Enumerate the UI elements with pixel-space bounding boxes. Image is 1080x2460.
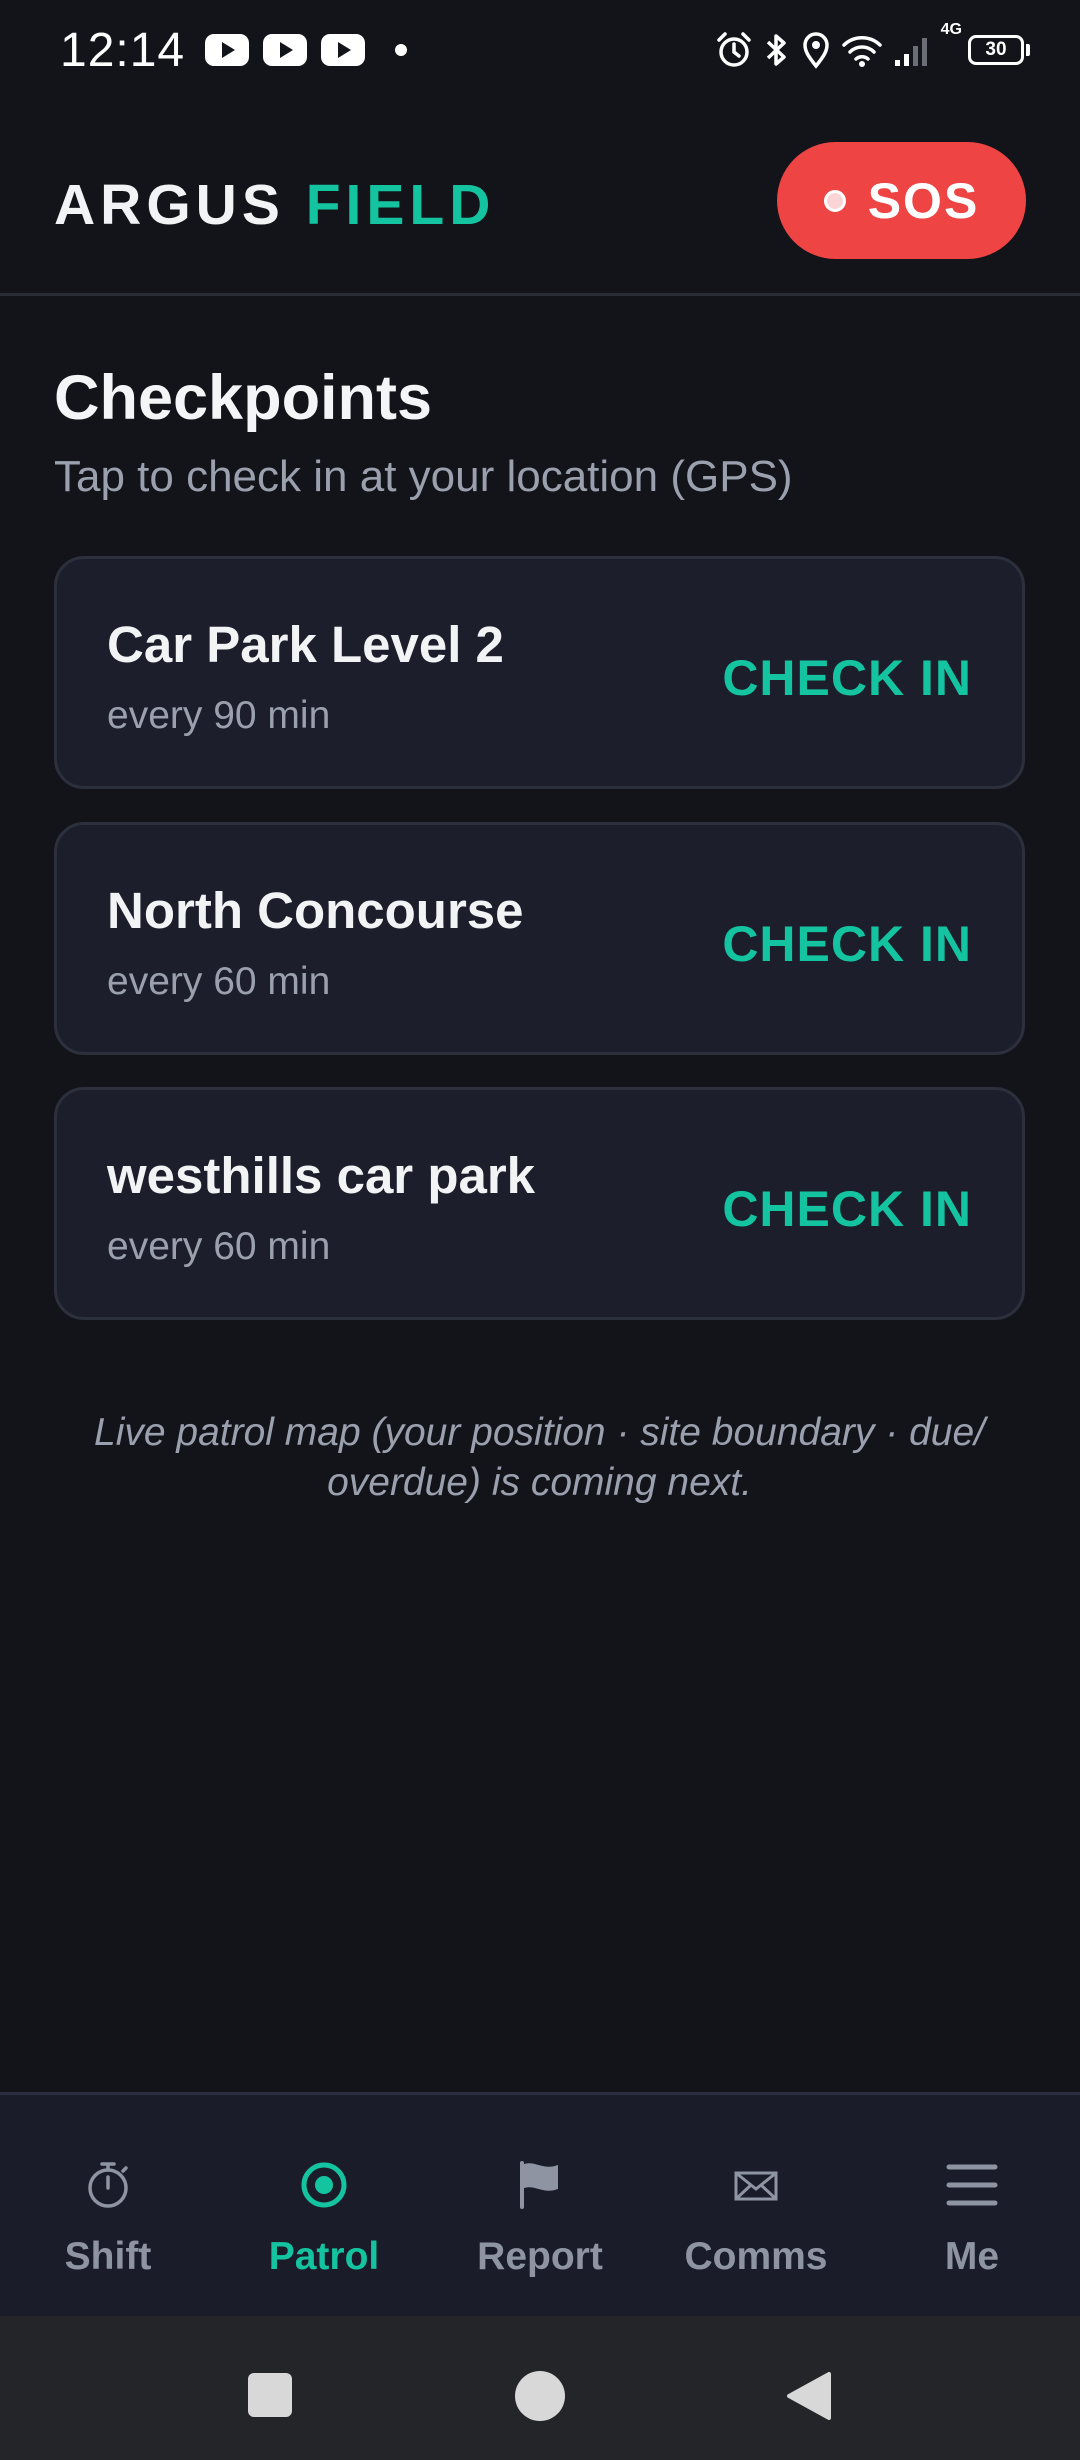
checkpoint-name: westhills car park	[107, 1147, 536, 1204]
nav-label-report: Report	[477, 2235, 603, 2278]
nav-item-me[interactable]: Me	[864, 2095, 1080, 2316]
bottom-nav: Shift Patrol Report Comms Me	[0, 2092, 1080, 2316]
brand-logo: ARGUS FIELD	[54, 172, 495, 238]
map-coming-note: Live patrol map (your position · site bo…	[94, 1411, 985, 1504]
flag-icon	[512, 2157, 568, 2213]
back-button[interactable]	[785, 2370, 833, 2422]
status-bar-left: 12:14	[60, 23, 408, 78]
stopwatch-icon	[80, 2157, 136, 2213]
record-dot-icon	[823, 189, 846, 212]
page-title: Checkpoints	[54, 363, 433, 433]
nav-item-report[interactable]: Report	[432, 2095, 648, 2316]
check-in-button[interactable]: CHECK IN	[722, 649, 972, 707]
brand-word-field: FIELD	[305, 173, 496, 237]
status-bar: 12:14 4G 30	[0, 0, 1080, 100]
system-nav-bar	[0, 2316, 1080, 2460]
nav-label-comms: Comms	[684, 2235, 828, 2278]
recents-button[interactable]	[248, 2373, 292, 2417]
checkpoint-name: North Concourse	[107, 882, 524, 939]
checkpoint-card: Car Park Level 2 every 90 min CHECK IN	[54, 556, 1025, 789]
battery-level: 30	[968, 35, 1024, 65]
menu-icon	[944, 2157, 1000, 2213]
notification-dot	[395, 44, 408, 56]
checkpoint-card: westhills car park every 60 min CHECK IN	[54, 1087, 1025, 1320]
checkpoint-frequency: every 90 min	[107, 694, 331, 737]
nav-label-me: Me	[944, 2235, 1000, 2278]
brand-word-argus: ARGUS	[54, 173, 285, 237]
location-icon	[802, 32, 829, 69]
check-in-button[interactable]: CHECK IN	[722, 1180, 972, 1238]
nav-label-patrol: Patrol	[268, 2235, 380, 2278]
battery-tip	[1026, 44, 1030, 56]
youtube-icon	[321, 34, 366, 66]
status-bar-right: 4G 30	[715, 21, 1030, 69]
envelope-icon	[728, 2157, 784, 2213]
page-subtitle: Tap to check in at your location (GPS)	[54, 452, 793, 501]
network-type: 4G	[940, 21, 962, 38]
nav-item-comms[interactable]: Comms	[648, 2095, 864, 2316]
sos-label: SOS	[867, 172, 980, 229]
nav-item-patrol[interactable]: Patrol	[216, 2095, 432, 2316]
signal-icon	[894, 38, 927, 66]
check-in-button[interactable]: CHECK IN	[722, 915, 972, 973]
alarm-icon	[716, 32, 751, 67]
app-header: ARGUS FIELD SOS	[0, 100, 1080, 296]
nav-item-shift[interactable]: Shift	[0, 2095, 216, 2316]
wifi-icon	[841, 36, 882, 67]
checkpoint-name: Car Park Level 2	[107, 616, 504, 673]
checkpoint-card: North Concourse every 60 min CHECK IN	[54, 822, 1025, 1055]
home-button[interactable]	[515, 2371, 565, 2421]
checkpoint-frequency: every 60 min	[107, 960, 331, 1003]
youtube-icon	[263, 34, 308, 66]
target-icon	[296, 2157, 352, 2213]
youtube-icon	[205, 34, 250, 66]
clock: 12:14	[60, 23, 186, 77]
checkpoint-frequency: every 60 min	[107, 1225, 331, 1268]
bluetooth-icon	[766, 34, 786, 66]
battery-icon: 30	[968, 35, 1030, 65]
nav-label-shift: Shift	[64, 2235, 152, 2278]
sos-button[interactable]: SOS	[777, 142, 1026, 259]
